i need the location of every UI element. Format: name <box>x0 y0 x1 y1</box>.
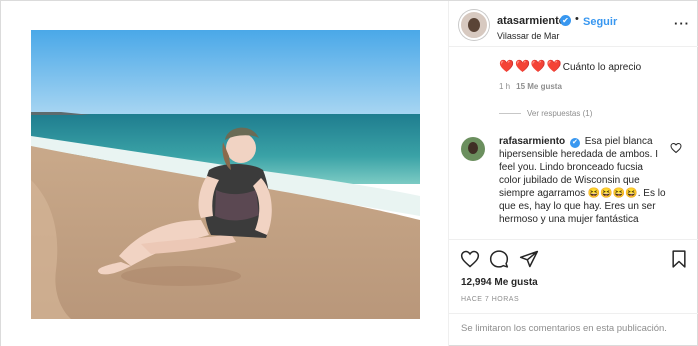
comment-time: 1 h <box>499 82 511 91</box>
comments-list[interactable]: ❤️❤️❤️❤️Cuánto lo aprecio 1 h 15 Me gusta… <box>449 48 698 239</box>
post-sidebar: atasarmiento ✔ • Seguir Vilassar de Mar … <box>449 1 698 346</box>
heart-outline-icon[interactable] <box>460 249 480 269</box>
comment-text: Esa piel blanca hipersensible heredada d… <box>499 136 666 225</box>
post-header: atasarmiento ✔ • Seguir Vilassar de Mar … <box>449 1 698 47</box>
instagram-post: atasarmiento ✔ • Seguir Vilassar de Mar … <box>0 0 698 346</box>
comment-like-heart-icon[interactable] <box>670 142 682 154</box>
verified-badge-icon: ✔ <box>560 15 571 26</box>
comment-bubble-icon[interactable] <box>489 249 509 269</box>
comment-reply-text: Cuánto lo aprecio <box>562 62 642 73</box>
author-avatar[interactable] <box>459 10 489 40</box>
hearts-emoji: ❤️❤️❤️❤️ <box>499 59 563 73</box>
commenter-username[interactable]: rafasarmiento <box>499 136 565 147</box>
beach-photo-image <box>31 30 420 319</box>
post-actions: 12,994 Me gusta HACE 7 HORAS <box>449 239 698 319</box>
header-separator: • <box>575 13 579 25</box>
comment-body: rafasarmiento ✔ Esa piel blanca hipersen… <box>499 135 667 226</box>
comment-meta: 1 h 15 Me gusta <box>499 82 562 91</box>
follow-button[interactable]: Seguir <box>583 16 617 28</box>
media-pane <box>1 1 449 346</box>
comment-text: ❤️❤️❤️❤️Cuánto lo aprecio <box>499 59 641 73</box>
comments-footer: Se limitaron los comentarios en esta pub… <box>449 313 698 346</box>
post-timestamp[interactable]: HACE 7 HORAS <box>461 296 519 303</box>
post-photo[interactable] <box>31 30 420 319</box>
comments-limited-notice: Se limitaron los comentarios en esta pub… <box>461 323 667 334</box>
paper-plane-icon[interactable] <box>519 249 539 269</box>
bookmark-icon[interactable] <box>669 249 689 269</box>
more-options-icon[interactable]: ··· <box>674 16 690 31</box>
like-count[interactable]: 12,994 Me gusta <box>461 277 538 288</box>
commenter-avatar[interactable] <box>461 137 485 161</box>
verified-badge-icon: ✔ <box>569 138 580 148</box>
comment-likes[interactable]: 15 Me gusta <box>516 82 562 91</box>
post-location[interactable]: Vilassar de Mar <box>497 31 559 41</box>
view-replies-link[interactable]: Ver respuestas (1) <box>499 109 592 118</box>
author-username[interactable]: atasarmiento <box>497 15 565 27</box>
